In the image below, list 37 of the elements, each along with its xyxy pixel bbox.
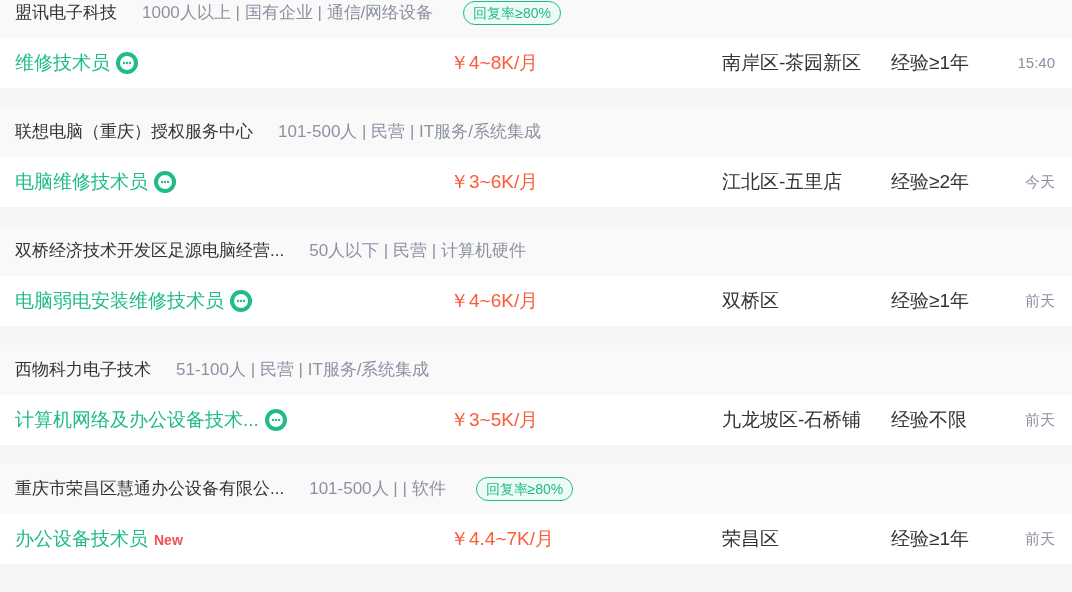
company-name[interactable]: 重庆市荣昌区慧通办公设备有限公... bbox=[15, 476, 285, 502]
experience: 经验≥1年 bbox=[891, 526, 970, 551]
post-time: 前天 bbox=[1025, 290, 1055, 311]
post-time: 前天 bbox=[1025, 528, 1055, 549]
company-name[interactable]: 双桥经济技术开发区足源电脑经营... bbox=[15, 238, 285, 264]
location: 江北区-五里店 bbox=[722, 169, 844, 194]
location: 荣昌区 bbox=[722, 526, 780, 551]
salary: ￥4~6K/月 bbox=[450, 288, 540, 313]
reply-rate-badge: 回复率≥80% bbox=[463, 1, 561, 25]
post-time: 15:40 bbox=[1017, 52, 1055, 73]
experience: 经验≥1年 bbox=[891, 50, 970, 75]
location: 九龙坡区-石桥铺 bbox=[722, 407, 863, 432]
experience: 经验不限 bbox=[891, 407, 968, 432]
company-info: 101-500人 | | 软件 bbox=[309, 478, 446, 501]
salary: ￥4.4~7K/月 bbox=[450, 526, 556, 551]
salary: ￥3~6K/月 bbox=[450, 169, 540, 194]
salary: ￥4~8K/月 bbox=[450, 50, 540, 75]
chat-icon[interactable] bbox=[154, 171, 176, 193]
company-info: 50人以下 | 民营 | 计算机硬件 bbox=[309, 240, 526, 263]
company-name[interactable]: 西物科力电子技术 bbox=[15, 357, 151, 383]
experience: 经验≥1年 bbox=[891, 288, 970, 313]
new-tag: New bbox=[154, 529, 183, 551]
salary: ￥3~5K/月 bbox=[450, 407, 540, 432]
company-info: 51-100人 | 民营 | IT服务/系统集成 bbox=[176, 359, 430, 382]
location: 双桥区 bbox=[722, 288, 780, 313]
company-name[interactable]: 联想电脑（重庆）授权服务中心 bbox=[15, 119, 253, 145]
experience: 经验≥2年 bbox=[891, 169, 970, 194]
chat-icon[interactable] bbox=[116, 52, 138, 74]
company-name[interactable]: 盟讯电子科技 bbox=[15, 0, 117, 26]
post-time: 前天 bbox=[1025, 409, 1055, 430]
chat-icon[interactable] bbox=[230, 290, 252, 312]
post-time: 今天 bbox=[1025, 171, 1055, 192]
company-info: 1000人以上 | 国有企业 | 通信/网络设备 bbox=[142, 2, 434, 25]
chat-icon[interactable] bbox=[264, 409, 287, 431]
reply-rate-badge: 回复率≥80% bbox=[475, 477, 574, 501]
company-info: 101-500人 | 民营 | IT服务/系统集成 bbox=[278, 121, 541, 144]
location: 南岸区-茶园新区 bbox=[722, 50, 863, 75]
